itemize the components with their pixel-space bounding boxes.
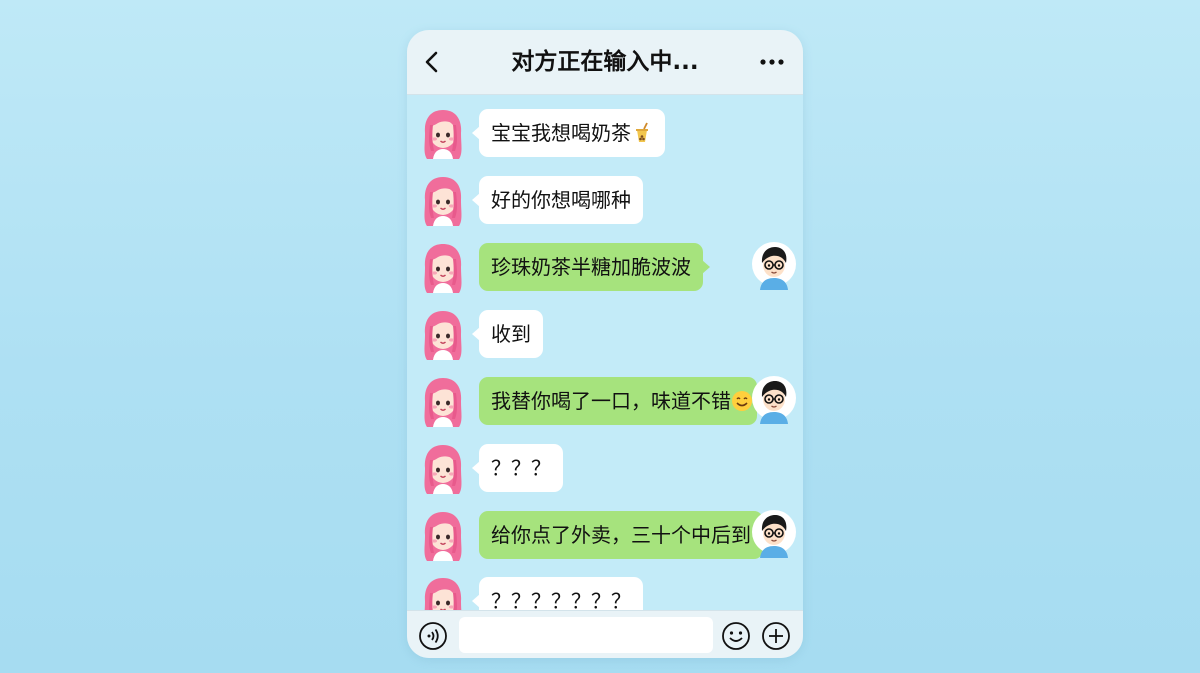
more-dots-icon[interactable] bbox=[757, 50, 787, 74]
message-text: 我替你喝了一口，味道不错 bbox=[491, 389, 731, 413]
girl-avatar[interactable] bbox=[419, 241, 467, 295]
message-row: 珍珠奶茶半糖加脆波波 bbox=[407, 241, 803, 297]
sent-message-bubble[interactable]: 我替你喝了一口，味道不错 bbox=[479, 377, 764, 425]
message-row: 好的你想喝哪种 bbox=[407, 174, 803, 230]
girl-avatar[interactable] bbox=[419, 375, 467, 429]
message-text: ？？？ bbox=[491, 456, 551, 480]
received-message-bubble[interactable]: 好的你想喝哪种 bbox=[472, 176, 643, 224]
message-text: ？？？？？？？ bbox=[491, 589, 631, 610]
message-row: 给你点了外卖，三十个中后到 bbox=[407, 509, 803, 565]
chat-header: 对方正在输入中... bbox=[407, 30, 803, 95]
plus-icon[interactable] bbox=[761, 621, 791, 651]
received-message-bubble[interactable]: 宝宝我想喝奶茶 bbox=[472, 109, 665, 157]
message-text: 好的你想喝哪种 bbox=[491, 188, 631, 212]
chevron-left-icon[interactable] bbox=[421, 50, 443, 74]
message-text: 收到 bbox=[491, 322, 531, 346]
emoji-icon[interactable] bbox=[721, 621, 751, 651]
received-message-bubble[interactable]: ？？？ bbox=[472, 444, 563, 492]
message-input[interactable] bbox=[459, 617, 713, 653]
message-text: 给你点了外卖，三十个中后到 bbox=[491, 523, 751, 547]
received-message-bubble[interactable]: ？？？？？？？ bbox=[472, 577, 643, 610]
message-row: ？？？？？？？ bbox=[407, 575, 803, 610]
girl-avatar[interactable] bbox=[419, 308, 467, 362]
girl-avatar[interactable] bbox=[419, 509, 467, 563]
message-row: 收到 bbox=[407, 308, 803, 364]
girl-avatar[interactable] bbox=[419, 174, 467, 228]
boy-avatar[interactable] bbox=[751, 241, 797, 291]
girl-avatar[interactable] bbox=[419, 575, 467, 610]
message-text: 珍珠奶茶半糖加脆波波 bbox=[491, 255, 691, 279]
chat-title: 对方正在输入中... bbox=[511, 49, 699, 75]
girl-avatar[interactable] bbox=[419, 442, 467, 496]
message-text: 宝宝我想喝奶茶 bbox=[491, 121, 631, 145]
message-row: 我替你喝了一口，味道不错 bbox=[407, 375, 803, 431]
boy-avatar[interactable] bbox=[751, 375, 797, 425]
message-list[interactable]: 宝宝我想喝奶茶 好的你想喝哪种 珍珠奶茶半糖加脆波波 收到 我替你喝了一口，味道… bbox=[407, 95, 803, 610]
sent-message-bubble[interactable]: 珍珠奶茶半糖加脆波波 bbox=[479, 243, 710, 291]
received-message-bubble[interactable]: 收到 bbox=[472, 310, 543, 358]
sent-message-bubble[interactable]: 给你点了外卖，三十个中后到 bbox=[479, 511, 770, 559]
voice-icon[interactable] bbox=[418, 621, 448, 651]
bubble-tea-emoji bbox=[636, 122, 648, 142]
message-row: 宝宝我想喝奶茶 bbox=[407, 107, 803, 163]
input-bar bbox=[407, 610, 803, 658]
message-row: ？？？ bbox=[407, 442, 803, 498]
chat-window: 对方正在输入中... 宝宝我想喝奶茶 好的你想喝哪种 珍珠奶茶半糖加脆波波 收到… bbox=[407, 30, 803, 658]
girl-avatar[interactable] bbox=[419, 107, 467, 161]
smile-emoji bbox=[732, 390, 752, 411]
boy-avatar[interactable] bbox=[751, 509, 797, 559]
